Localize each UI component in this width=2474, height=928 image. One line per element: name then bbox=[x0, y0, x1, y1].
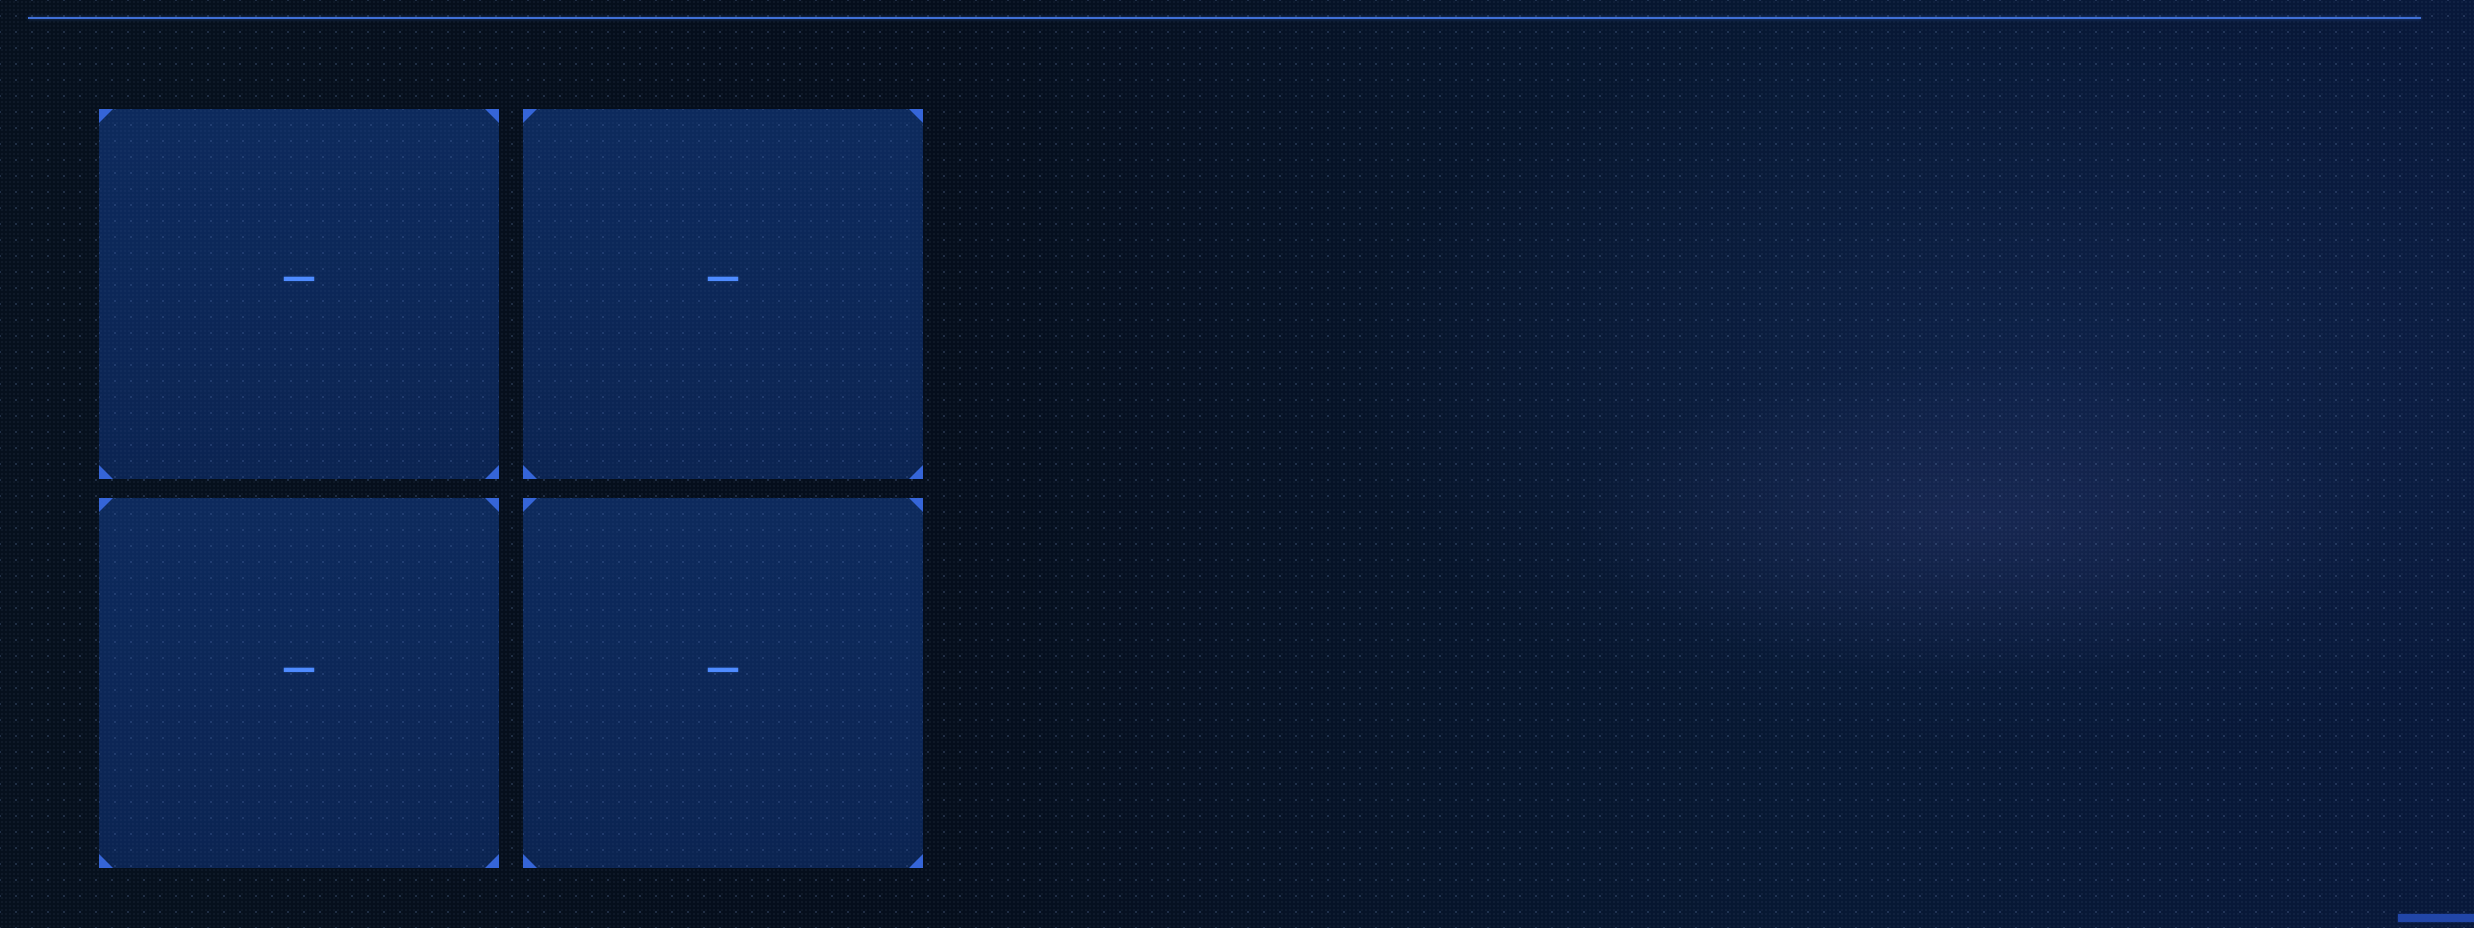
corner-bracket-icon bbox=[99, 465, 113, 479]
corner-bracket-icon bbox=[485, 498, 499, 512]
metric-tile-top-left[interactable]: — bbox=[99, 109, 499, 479]
metric-tile-grid: — — — — bbox=[99, 109, 923, 868]
metric-value: — bbox=[282, 648, 316, 688]
bottom-right-accent-bar bbox=[2398, 914, 2474, 922]
metric-tile-bottom-left[interactable]: — bbox=[99, 498, 499, 868]
corner-bracket-icon bbox=[909, 854, 923, 868]
corner-bracket-icon bbox=[523, 498, 537, 512]
corner-bracket-icon bbox=[523, 109, 537, 123]
corner-bracket-icon bbox=[485, 854, 499, 868]
corner-bracket-icon bbox=[485, 109, 499, 123]
metric-value: — bbox=[706, 257, 740, 297]
corner-bracket-icon bbox=[523, 854, 537, 868]
metric-tile-bottom-right[interactable]: — bbox=[523, 498, 923, 868]
metric-value: — bbox=[282, 257, 316, 297]
corner-bracket-icon bbox=[909, 498, 923, 512]
corner-bracket-icon bbox=[909, 109, 923, 123]
corner-bracket-icon bbox=[485, 465, 499, 479]
metric-value: — bbox=[706, 648, 740, 688]
corner-bracket-icon bbox=[909, 465, 923, 479]
metric-tile-top-right[interactable]: — bbox=[523, 109, 923, 479]
corner-bracket-icon bbox=[523, 465, 537, 479]
corner-bracket-icon bbox=[99, 854, 113, 868]
corner-bracket-icon bbox=[99, 498, 113, 512]
top-divider-line bbox=[28, 17, 2421, 19]
corner-bracket-icon bbox=[99, 109, 113, 123]
dashboard-canvas: — — — — bbox=[0, 0, 2474, 928]
